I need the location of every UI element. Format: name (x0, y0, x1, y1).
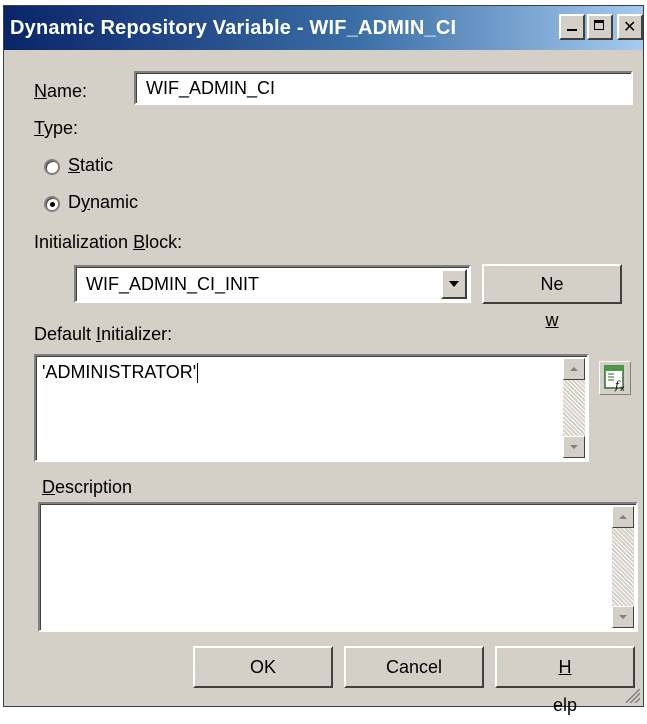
description-label-hotkey: D (42, 477, 55, 497)
default-initializer-textarea[interactable]: 'ADMINISTRATOR' (34, 354, 589, 462)
description-label: Description (42, 477, 132, 498)
minimize-button[interactable] (559, 14, 585, 40)
type-label: Type: (34, 118, 78, 139)
maximize-icon (594, 20, 604, 30)
arrow-down-icon (570, 445, 578, 449)
static-radio[interactable] (44, 159, 60, 175)
dialog-window: Dynamic Repository Variable - WIF_ADMIN_… (3, 5, 644, 715)
ok-button[interactable]: OK (193, 646, 333, 688)
init-block-selected-value: WIF_ADMIN_CI_INIT (86, 274, 260, 294)
new-button-hotkey: w (545, 310, 559, 330)
close-icon: ✕ (623, 17, 637, 36)
init-block-label-rest: lock: (145, 232, 183, 252)
dynamic-radio-label[interactable]: Dynamic (68, 192, 138, 213)
expression-builder-icon: f x (604, 365, 625, 393)
description-label-rest: escription (55, 477, 133, 497)
svg-text:x: x (620, 384, 625, 393)
init-block-label-pre: Initialization (34, 232, 134, 252)
dynamic-radio[interactable] (44, 196, 60, 212)
dynamic-rest: namic (90, 192, 139, 212)
arrow-down-icon (619, 615, 627, 619)
help-button[interactable]: Help (495, 646, 635, 715)
description-scroll-down-button[interactable] (612, 606, 634, 628)
default-init-label-pre: Default (34, 324, 97, 344)
name-label-hotkey: N (34, 81, 47, 101)
type-label-hotkey: T (34, 118, 45, 138)
description-scrollbar[interactable] (612, 506, 634, 628)
help-rest: elp (552, 695, 578, 715)
static-rest: tatic (80, 155, 114, 175)
dropdown-arrow-button[interactable] (441, 269, 467, 299)
init-block-select[interactable]: WIF_ADMIN_CI_INIT (74, 265, 471, 303)
cancel-label: Cancel (385, 657, 443, 677)
type-label-rest: ype: (44, 118, 79, 138)
default-initializer-text: 'ADMINISTRATOR' (42, 362, 197, 382)
init-block-label: Initialization Block: (34, 232, 182, 253)
default-initializer-value: 'ADMINISTRATOR' (42, 362, 199, 384)
close-button[interactable]: ✕ (617, 14, 643, 40)
ok-label: OK (249, 657, 276, 677)
maximize-button[interactable] (587, 14, 613, 40)
new-button-pre: Ne (540, 274, 564, 294)
cancel-button[interactable]: Cancel (344, 646, 484, 688)
chevron-down-icon (449, 281, 459, 287)
expression-builder-button[interactable]: f x (599, 361, 631, 395)
window-title: Dynamic Repository Variable - WIF_ADMIN_… (10, 17, 457, 39)
default-init-label-rest: nitializer: (101, 324, 173, 344)
arrow-up-icon (619, 515, 627, 519)
init-block-label-hotkey: B (133, 232, 146, 252)
name-input-value: WIF_ADMIN_CI (146, 78, 276, 98)
minimize-icon (567, 29, 577, 31)
static-radio-label[interactable]: Static (68, 155, 113, 176)
help-hotkey: H (558, 657, 572, 677)
description-textarea[interactable] (38, 502, 638, 632)
name-input[interactable]: WIF_ADMIN_CI (134, 71, 633, 105)
dynamic-pre: D (68, 192, 81, 212)
dynamic-hotkey: y (81, 192, 90, 212)
radio-selected-dot (50, 202, 55, 207)
text-caret (197, 363, 199, 384)
scroll-down-button[interactable] (563, 436, 585, 458)
static-hotkey: S (68, 155, 81, 175)
default-initializer-label: Default Initializer: (34, 324, 172, 345)
new-init-block-button[interactable]: New... (482, 264, 622, 366)
arrow-up-icon (570, 367, 578, 371)
resize-grip[interactable] (626, 689, 640, 703)
name-label-rest: ame: (47, 81, 88, 101)
scroll-up-button[interactable] (563, 358, 585, 380)
title-bar[interactable]: Dynamic Repository Variable - WIF_ADMIN_… (4, 6, 643, 50)
description-scroll-up-button[interactable] (612, 506, 634, 528)
name-label: Name: (34, 81, 87, 102)
default-initializer-scrollbar[interactable] (563, 358, 585, 458)
